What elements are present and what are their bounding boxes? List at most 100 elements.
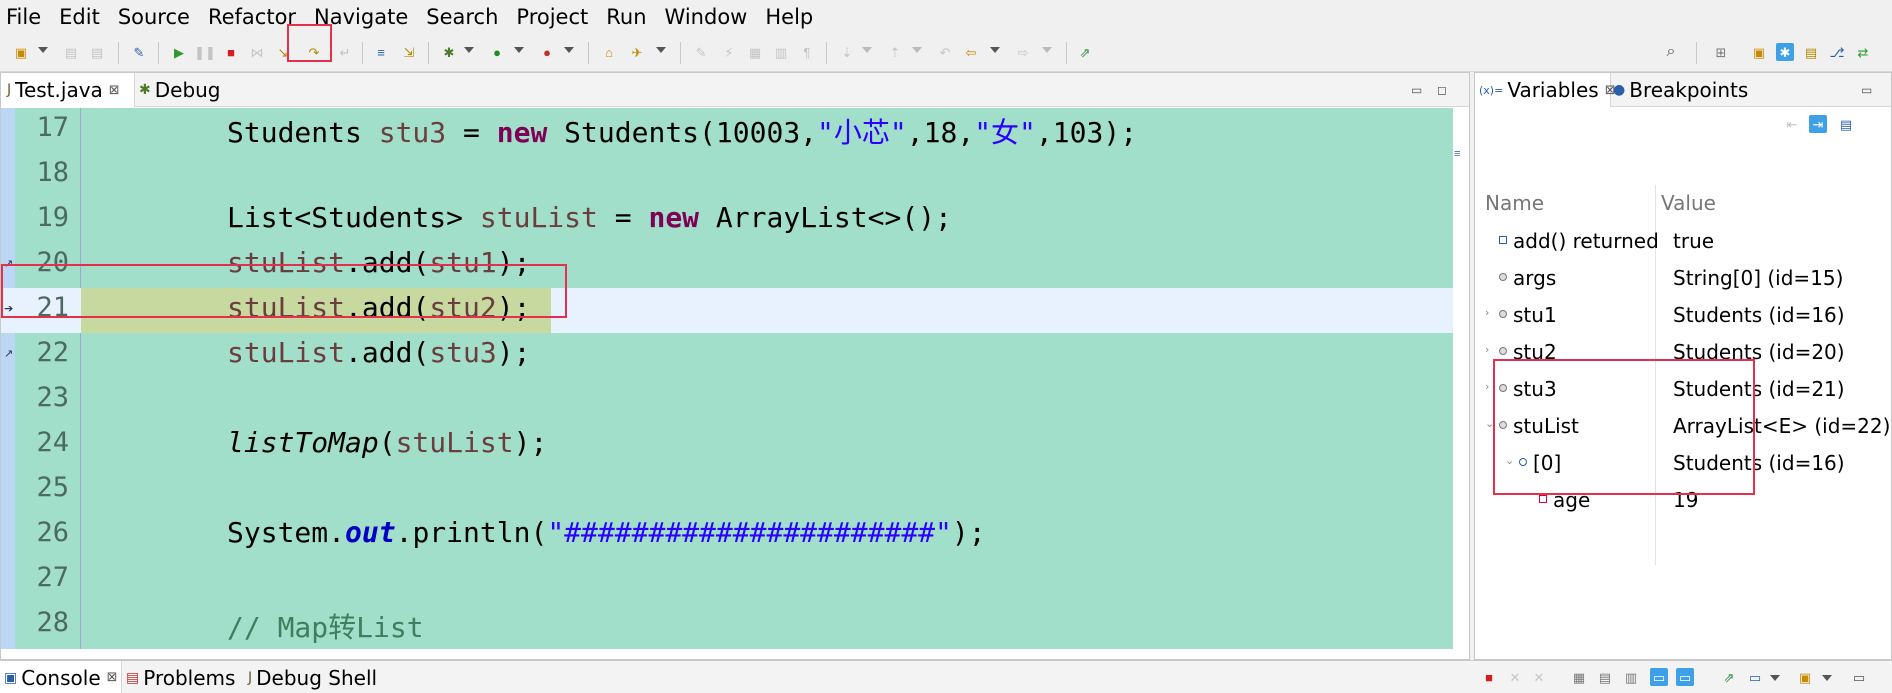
select-all-icon[interactable]: ▤ [1837, 115, 1855, 133]
tab-test-java-label: Test.java [15, 78, 103, 102]
search-tool-icon[interactable]: ✈ [628, 43, 646, 61]
minimize-icon[interactable]: ▭ [1411, 83, 1422, 97]
word-wrap-icon[interactable]: ▥ [1622, 668, 1640, 686]
maximize-icon[interactable]: ◻ [1437, 83, 1447, 97]
resume-icon[interactable]: ▶ [170, 43, 188, 61]
save-icon[interactable]: ▤ [62, 43, 80, 61]
tab-console[interactable]: ▣ Console ⊠ [0, 661, 122, 693]
collapse-all-icon[interactable]: ⇤ [1783, 115, 1801, 133]
toggle-block-icon[interactable]: ▦ [746, 43, 764, 61]
toggle-word-wrap-icon[interactable]: ▥ [772, 43, 790, 61]
next-annotation-dropdown-icon[interactable] [862, 47, 872, 53]
menu-run[interactable]: Run [606, 5, 646, 29]
display-console-dropdown-icon[interactable] [1770, 675, 1780, 681]
terminate-icon[interactable]: ■ [222, 43, 240, 61]
prev-annotation-dropdown-icon[interactable] [912, 47, 922, 53]
suspend-icon[interactable]: ❚❚ [194, 43, 216, 61]
menu-file[interactable]: File [6, 5, 41, 29]
skip-breakpoints-icon[interactable]: ✎ [130, 43, 148, 61]
disconnect-icon[interactable]: ⋈ [248, 43, 266, 61]
local-variable-icon [1499, 273, 1507, 281]
forward-dropdown-icon[interactable] [1042, 47, 1052, 53]
console-tabbar: ▣ Console ⊠ ▤ Problems J Debug Shell ■ ✕… [0, 660, 1892, 693]
tab-problems[interactable]: ▤ Problems [126, 661, 242, 693]
pin-console-icon[interactable]: ⇗ [1720, 668, 1738, 686]
code-text: List<Students> stuList = new ArrayList<>… [227, 201, 952, 234]
tab-debug[interactable]: ✱ Debug [139, 73, 249, 107]
display-console-icon[interactable]: ▭ [1746, 668, 1764, 686]
show-on-stderr-icon[interactable]: ▭ [1676, 668, 1694, 686]
tab-variables[interactable]: (x)= Variables ⊠ [1475, 73, 1616, 107]
new-dropdown-icon[interactable] [38, 47, 48, 53]
run-dropdown-icon[interactable] [514, 47, 524, 53]
show-on-stdout-icon[interactable]: ▭ [1650, 668, 1668, 686]
remove-launch-icon[interactable]: ✕ [1506, 668, 1524, 686]
toggle-breadcrumb-icon[interactable]: ⚡ [720, 43, 738, 61]
close-icon[interactable]: ⊠ [109, 83, 120, 98]
menu-help[interactable]: Help [765, 5, 813, 29]
prev-annotation-icon[interactable]: ⇡ [886, 43, 904, 61]
open-type-icon[interactable]: ⌂ [600, 43, 618, 61]
minimize-icon[interactable]: ▭ [1861, 83, 1872, 97]
tab-test-java[interactable]: J Test.java ⊠ [1, 73, 135, 107]
back-icon[interactable]: ⇦ [962, 43, 980, 61]
show-type-names-icon[interactable]: ⇥ [1809, 115, 1827, 133]
terminate-icon[interactable]: ■ [1480, 668, 1498, 686]
show-whitespace-icon[interactable]: ¶ [798, 43, 816, 61]
line-number: 22 [36, 337, 69, 368]
java-ee-perspective-icon[interactable]: ▣ [1750, 43, 1768, 61]
close-icon[interactable]: ⊠ [107, 670, 118, 685]
pin-editor-icon[interactable]: ⇗ [1076, 43, 1094, 61]
name-column-header[interactable]: Name [1485, 191, 1544, 215]
expand-icon[interactable]: › [1485, 306, 1489, 319]
line-number: 27 [36, 562, 69, 593]
remove-all-icon[interactable]: ✕ [1530, 668, 1548, 686]
java-perspective-icon[interactable]: ▤ [1802, 43, 1820, 61]
external-tools-dropdown-icon[interactable] [564, 47, 574, 53]
save-all-icon[interactable]: ▤ [88, 43, 106, 61]
menu-project[interactable]: Project [516, 5, 588, 29]
overview-marker-icon[interactable]: ≡ [1454, 148, 1460, 160]
last-edit-icon[interactable]: ↶ [936, 43, 954, 61]
eclipse-window: File Edit Source Refactor Navigate Searc… [0, 0, 1892, 693]
next-annotation-icon[interactable]: ⇣ [838, 43, 856, 61]
variable-row[interactable]: args String[0] (id=15) [1475, 260, 1891, 297]
use-step-filters-icon[interactable]: ⇲ [400, 43, 418, 61]
menu-search[interactable]: Search [426, 5, 498, 29]
variables-icon: (x)= [1479, 83, 1504, 97]
run-icon[interactable]: ● [488, 43, 506, 61]
menu-edit[interactable]: Edit [59, 5, 100, 29]
search-dropdown-icon[interactable] [656, 47, 666, 53]
open-perspective-icon[interactable]: ⊞ [1712, 43, 1730, 61]
debug-dropdown-icon[interactable] [464, 47, 474, 53]
step-return-icon[interactable]: ↵ [336, 43, 354, 61]
value-column-header[interactable]: Value [1661, 191, 1716, 215]
menu-source[interactable]: Source [118, 5, 190, 29]
clear-console-icon[interactable]: ▦ [1570, 668, 1588, 686]
variable-row[interactable]: › stu1 Students (id=16) [1475, 297, 1891, 334]
open-console-icon[interactable]: ▣ [1796, 668, 1814, 686]
tab-debug-shell[interactable]: J Debug Shell [248, 661, 388, 693]
debug-icon[interactable]: ✱ [440, 43, 458, 61]
menu-refactor[interactable]: Refactor [208, 5, 296, 29]
variable-row[interactable]: add() returned true [1475, 223, 1891, 260]
drop-to-frame-icon[interactable]: ≡ [372, 43, 390, 61]
search-icon[interactable]: ⌕ [1662, 43, 1680, 61]
back-dropdown-icon[interactable] [990, 47, 1000, 53]
debug-perspective-icon[interactable]: ✱ [1776, 43, 1794, 61]
forward-icon[interactable]: ⇨ [1014, 43, 1032, 61]
expand-icon[interactable]: › [1485, 343, 1489, 356]
open-console-dropdown-icon[interactable] [1822, 675, 1832, 681]
team-sync-perspective-icon[interactable]: ⇄ [1854, 43, 1872, 61]
expand-icon[interactable]: › [1485, 380, 1489, 393]
external-tools-icon[interactable]: ● [538, 43, 556, 61]
code-editor[interactable]: 17 Students stu3 = new Students(10003,"小… [1, 108, 1453, 649]
toggle-mark-icon[interactable]: ✎ [692, 43, 710, 61]
breakpoint-icon[interactable]: ↗ [4, 347, 13, 360]
tab-breakpoints[interactable]: ● Breakpoints [1613, 73, 1783, 107]
minimize-icon[interactable]: ▭ [1850, 668, 1868, 686]
git-perspective-icon[interactable]: ⎇ [1828, 43, 1846, 61]
menu-window[interactable]: Window [665, 5, 748, 29]
new-icon[interactable]: ▣ [12, 43, 30, 61]
scroll-lock-icon[interactable]: ▤ [1596, 668, 1614, 686]
